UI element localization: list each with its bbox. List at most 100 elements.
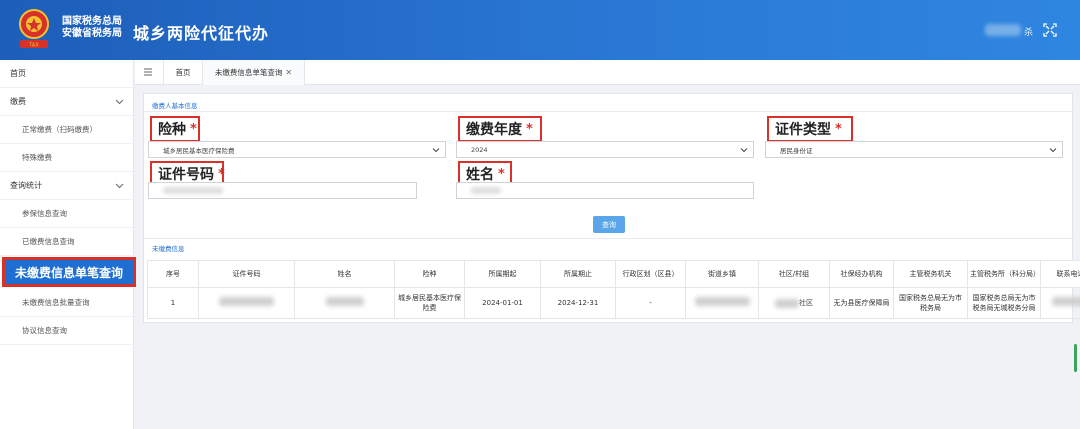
sidebar-group-payment[interactable]: 缴费 xyxy=(0,88,134,116)
cell-end: 2024-12-31 xyxy=(540,287,616,319)
cell-district: - xyxy=(615,287,686,319)
column-header: 联系电话 xyxy=(1040,260,1080,288)
divider xyxy=(144,111,1074,112)
cell-idno xyxy=(198,287,295,319)
tab-label: 首页 xyxy=(175,68,191,77)
required-mark: * xyxy=(526,121,533,137)
redacted-value xyxy=(1051,297,1080,306)
redacted-value xyxy=(219,297,274,306)
chevron-down-icon xyxy=(740,148,748,153)
cell-name xyxy=(294,287,395,319)
sidebar-item-label: 协议信息查询 xyxy=(22,326,67,335)
label-text: 姓名 xyxy=(466,167,494,183)
column-header: 社保经办机构 xyxy=(829,260,894,288)
sidebar-item-special-payment[interactable]: 特殊缴费 xyxy=(0,144,134,172)
idtype-label: 证件类型 * xyxy=(767,116,853,142)
column-header: 所属期起 xyxy=(464,260,541,288)
sidebar-item-label: 特殊缴费 xyxy=(22,153,52,162)
user-name-redacted[interactable] xyxy=(985,24,1021,36)
tab-home[interactable]: 首页 xyxy=(163,60,203,85)
cell-start: 2024-01-01 xyxy=(464,287,541,319)
column-header: 主管税务机关 xyxy=(893,260,968,288)
idno-input[interactable] xyxy=(148,182,417,199)
column-header: 姓名 xyxy=(294,260,395,288)
scrollbar-thumb[interactable] xyxy=(1074,344,1077,372)
idtype-select[interactable]: 居民身份证 xyxy=(765,141,1063,158)
sidebar-item-unpaid-single-query[interactable]: 未缴费信息单笔查询 xyxy=(2,257,136,287)
label-text: 缴费年度 xyxy=(466,122,522,138)
required-mark: * xyxy=(218,166,225,182)
year-label: 缴费年度 * xyxy=(458,116,542,142)
column-header: 主管税务所（科分局） xyxy=(967,260,1041,288)
column-header: 险种 xyxy=(394,260,465,288)
column-header: 行政区划（区县） xyxy=(615,260,686,288)
label-text: 证件号码 xyxy=(158,167,214,183)
org-name-line2: 安徽省税务局 xyxy=(62,28,122,39)
chevron-down-icon xyxy=(432,148,440,153)
cell-phone xyxy=(1040,287,1080,319)
table-row[interactable]: 1 城乡居民基本医疗保险费 2024-01-01 2024-12-31 - 社区… xyxy=(147,287,1080,319)
column-header: 所属期止 xyxy=(540,260,616,288)
required-mark: * xyxy=(190,121,197,137)
select-value: 居民身份证 xyxy=(780,146,813,155)
insurance-label: 险种 * xyxy=(150,116,200,142)
org-name: 国家税务总局 安徽省税务局 xyxy=(62,16,122,40)
column-header: 街道乡镇 xyxy=(685,260,759,288)
column-header: 社区/村组 xyxy=(758,260,830,288)
menu-icon[interactable] xyxy=(143,66,153,78)
insurance-select[interactable]: 城乡居民基本医疗保险费 xyxy=(148,141,446,158)
sidebar-item-home[interactable]: 首页 xyxy=(0,60,134,88)
cell-tax-branch: 国家税务总局无为市税务局无城税务分局 xyxy=(967,287,1041,319)
sidebar-item-label: 未缴费信息批量查询 xyxy=(22,298,90,307)
idno-value-redacted xyxy=(163,187,223,194)
sidebar-item-unpaid-batch-query[interactable]: 未缴费信息批量查询 xyxy=(0,289,134,317)
sidebar-item-paid-query[interactable]: 已缴费信息查询 xyxy=(0,228,134,256)
column-header: 序号 xyxy=(147,260,199,288)
table-header-row: 序号 证件号码 姓名 险种 所属期起 所属期止 行政区划（区县） 街道乡镇 社区… xyxy=(147,260,1080,288)
name-value-redacted xyxy=(471,187,501,194)
user-name-suffix[interactable]: 杀 xyxy=(1024,25,1033,38)
select-value: 2024 xyxy=(471,145,488,154)
sidebar-item-label: 已缴费信息查询 xyxy=(22,237,75,246)
required-mark: * xyxy=(498,166,505,182)
app-header: TAX 国家税务总局 安徽省税务局 城乡两险代征代办 杀 xyxy=(0,0,1080,60)
org-name-line1: 国家税务总局 xyxy=(62,16,122,27)
section-title-unpaid-info: 未缴费信息 xyxy=(152,245,185,253)
divider xyxy=(144,238,1074,239)
sidebar-item-label: 缴费 xyxy=(10,97,26,106)
redacted-value xyxy=(325,297,364,306)
sidebar-item-agreement-query[interactable]: 协议信息查询 xyxy=(0,317,134,345)
sidebar-item-label: 参保信息查询 xyxy=(22,209,67,218)
sidebar-item-label: 首页 xyxy=(10,69,26,78)
national-emblem-icon: TAX xyxy=(19,9,49,49)
select-value: 城乡居民基本医疗保险费 xyxy=(163,146,235,155)
name-input[interactable] xyxy=(456,182,754,199)
svg-text:TAX: TAX xyxy=(28,43,39,49)
chevron-down-icon xyxy=(1049,148,1057,153)
chevron-down-icon xyxy=(115,183,124,189)
label-text: 险种 xyxy=(158,122,186,138)
cell-social-agency: 无为县医疗保障局 xyxy=(829,287,894,319)
sidebar-item-normal-payment[interactable]: 正常缴费（扫码缴费） xyxy=(0,116,134,144)
community-suffix: 社区 xyxy=(799,299,813,307)
year-select[interactable]: 2024 xyxy=(456,141,754,158)
redacted-value xyxy=(775,298,799,308)
chevron-down-icon xyxy=(115,99,124,105)
close-icon[interactable]: ✕ xyxy=(285,68,292,77)
sidebar-item-insured-query[interactable]: 参保信息查询 xyxy=(0,200,134,228)
cell-seq: 1 xyxy=(147,287,199,319)
cell-tax-authority: 国家税务总局无为市税务局 xyxy=(893,287,968,319)
fullscreen-icon[interactable] xyxy=(1043,23,1057,37)
cell-street xyxy=(685,287,759,319)
redacted-value xyxy=(694,297,750,306)
cell-community: 社区 xyxy=(758,287,830,319)
sidebar-item-label: 未缴费信息单笔查询 xyxy=(15,265,124,280)
query-button[interactable]: 查询 xyxy=(593,216,625,233)
cell-insurance: 城乡居民基本医疗保险费 xyxy=(394,287,465,319)
sidebar-item-label: 正常缴费（扫码缴费） xyxy=(22,125,97,134)
tab-unpaid-single-query[interactable]: 未缴费信息单笔查询 ✕ xyxy=(203,60,305,85)
sidebar: 首页 缴费 正常缴费（扫码缴费） 特殊缴费 查询统计 参保信息查询 已缴费信息查… xyxy=(0,60,136,429)
sidebar-group-query[interactable]: 查询统计 xyxy=(0,172,134,200)
label-text: 证件类型 xyxy=(775,122,831,138)
tab-label: 未缴费信息单笔查询 xyxy=(214,68,283,77)
